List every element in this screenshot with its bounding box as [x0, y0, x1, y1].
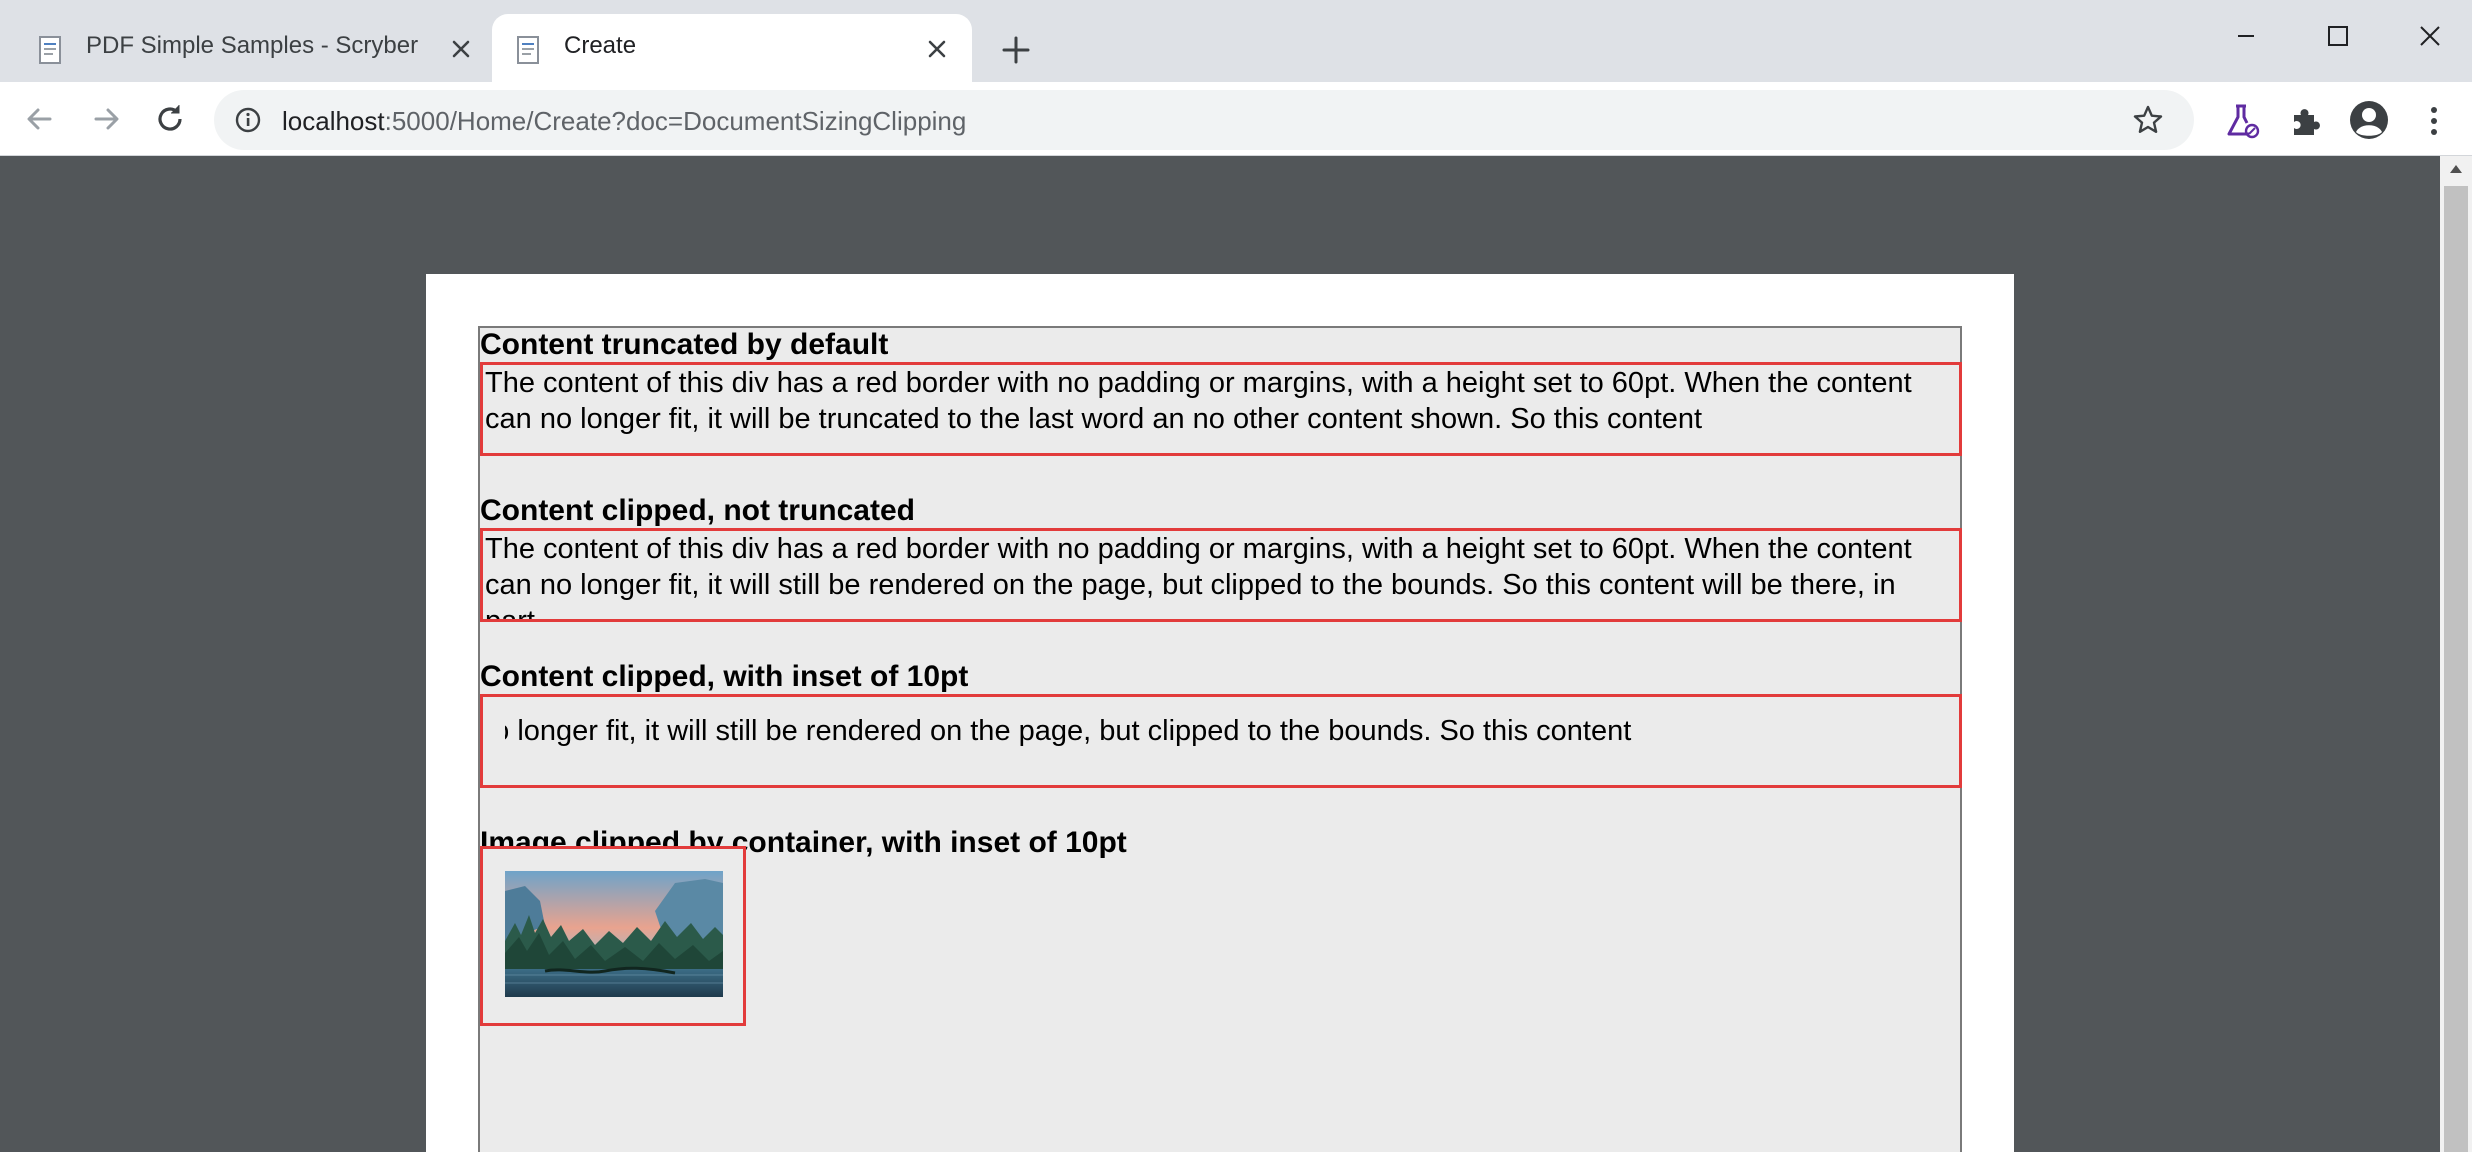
image-container-box	[480, 846, 746, 1026]
account-icon[interactable]	[2348, 99, 2390, 141]
section-heading: Content truncated by default	[480, 328, 889, 361]
new-tab-plus-icon[interactable]	[998, 32, 1034, 68]
inset-clipped-content-box: The content of this div has a red border…	[480, 694, 1962, 788]
flask-icon[interactable]	[2222, 101, 2262, 141]
section-body-text: The content of this div has a red border…	[505, 715, 1632, 747]
url-path: :5000/Home/Create?doc=DocumentSizingClip…	[384, 106, 967, 136]
pdf-viewer[interactable]: Content truncated by default The content…	[0, 156, 2472, 1152]
truncated-content-box: The content of this div has a red border…	[480, 362, 1962, 456]
window-close-icon[interactable]	[2404, 10, 2456, 62]
maximize-icon[interactable]	[2312, 10, 2364, 62]
close-tab-icon[interactable]	[448, 36, 474, 62]
document-favicon-icon	[39, 36, 61, 64]
scroll-up-arrow-icon[interactable]	[2449, 164, 2463, 174]
url-text[interactable]: localhost:5000/Home/Create?doc=DocumentS…	[282, 106, 966, 137]
page-content-area: Content truncated by default The content…	[478, 326, 1962, 1152]
scrollbar-thumb[interactable]	[2444, 186, 2468, 1152]
star-icon[interactable]	[2132, 104, 2164, 136]
arrow-left-icon[interactable]	[20, 99, 60, 139]
tab-pdf-simple-samples[interactable]: PDF Simple Samples - Scryber	[0, 14, 492, 82]
kebab-menu-icon[interactable]	[2414, 101, 2454, 141]
vertical-scrollbar[interactable]	[2440, 156, 2472, 1152]
tab-create[interactable]: Create	[492, 14, 972, 82]
pdf-page: Content truncated by default The content…	[426, 274, 2014, 1152]
tab-strip: PDF Simple Samples - Scryber Create	[0, 0, 2472, 82]
inset-clip-region: The content of this div has a red border…	[505, 713, 1937, 769]
reload-icon[interactable]	[150, 99, 190, 139]
section-body-text: The content of this div has a red border…	[485, 533, 1912, 622]
document-favicon-icon	[517, 36, 539, 64]
address-bar[interactable]: localhost:5000/Home/Create?doc=DocumentS…	[214, 90, 2194, 150]
section-body-text: The content of this div has a red border…	[485, 367, 1912, 435]
minimize-icon[interactable]	[2220, 10, 2272, 62]
info-icon[interactable]	[234, 106, 262, 134]
url-host: localhost	[282, 106, 385, 136]
arrow-right-icon[interactable]	[86, 99, 126, 139]
section-heading: Content clipped, not truncated	[480, 494, 915, 527]
tab-title: Create	[564, 32, 637, 59]
clipped-content-box: The content of this div has a red border…	[480, 528, 1962, 622]
browser-toolbar: localhost:5000/Home/Create?doc=DocumentS…	[0, 82, 2472, 156]
puzzle-icon[interactable]	[2286, 101, 2326, 141]
tab-title: PDF Simple Samples - Scryber	[86, 32, 419, 59]
close-tab-icon[interactable]	[924, 36, 950, 62]
section-heading: Content clipped, with inset of 10pt	[480, 660, 969, 693]
landscape-image	[505, 871, 723, 997]
